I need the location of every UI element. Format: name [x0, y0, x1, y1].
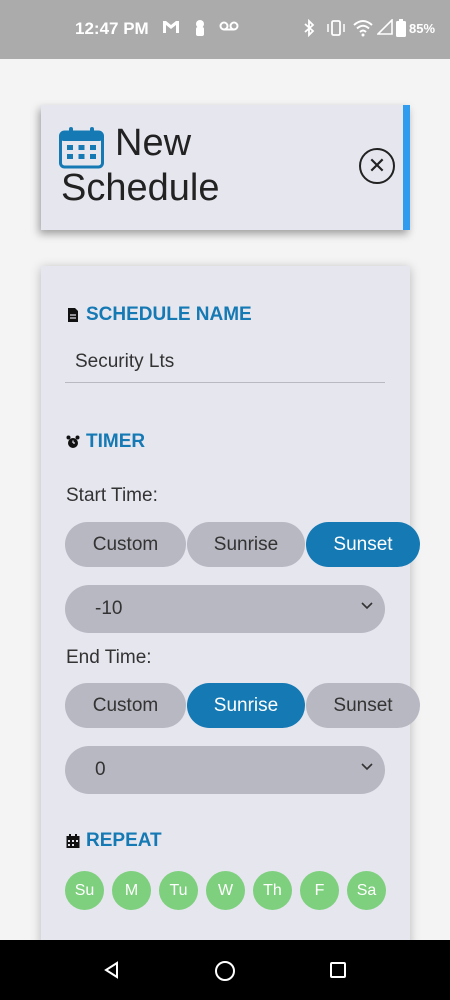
- voicemail-icon: [219, 19, 239, 39]
- close-icon: ✕: [367, 153, 387, 178]
- schedule-name-input[interactable]: [65, 341, 385, 383]
- status-time: 12:47 PM: [75, 19, 149, 38]
- chevron-down-icon: [361, 763, 373, 771]
- repeat-section-header: REPEAT: [66, 830, 162, 852]
- end-time-offset-select[interactable]: 0: [65, 746, 385, 794]
- bluetooth-icon: [303, 18, 315, 43]
- timer-section-header: TIMER: [66, 431, 145, 453]
- home-icon[interactable]: [214, 960, 236, 982]
- start-time-offset-value: -10: [95, 598, 123, 619]
- vibrate-icon: [326, 19, 346, 43]
- lock-icon: [194, 19, 206, 43]
- schedule-name-section-header: SCHEDULE NAME: [66, 304, 252, 326]
- start-time-sunrise-button[interactable]: Sunrise: [187, 522, 305, 567]
- end-time-sunset-button[interactable]: Sunset: [306, 683, 420, 728]
- schedule-name-label: SCHEDULE NAME: [86, 304, 252, 325]
- schedule-form: SCHEDULE NAME TIMER Start Time: Custom S…: [41, 266, 420, 940]
- back-icon[interactable]: [102, 960, 122, 980]
- day-thursday-toggle[interactable]: Th: [253, 871, 292, 910]
- start-time-label: Start Time:: [66, 485, 158, 506]
- app-content: New Schedule ✕ SCHEDULE NAME TIMER Start…: [0, 59, 450, 940]
- day-saturday-toggle[interactable]: Sa: [347, 871, 386, 910]
- header-card: New Schedule ✕: [41, 105, 410, 230]
- status-bar: 12:47 PM 85%: [0, 0, 450, 59]
- start-time-custom-button[interactable]: Custom: [65, 522, 186, 567]
- calendar-small-icon: [66, 834, 80, 848]
- day-wednesday-toggle[interactable]: W: [206, 871, 245, 910]
- end-time-offset-value: 0: [95, 759, 106, 780]
- wifi-icon: [353, 19, 373, 43]
- end-time-sunrise-button[interactable]: Sunrise: [187, 683, 305, 728]
- recents-icon[interactable]: [328, 960, 348, 980]
- day-sunday-toggle[interactable]: Su: [65, 871, 104, 910]
- timer-label: TIMER: [86, 431, 146, 452]
- start-time-selector: Custom Sunrise Sunset: [65, 522, 425, 567]
- chevron-down-icon: [361, 602, 373, 610]
- end-time-custom-button[interactable]: Custom: [65, 683, 186, 728]
- battery-icon: [396, 19, 406, 43]
- document-icon: [68, 308, 78, 322]
- page-title: New Schedule: [61, 122, 220, 209]
- alarm-clock-icon: [66, 435, 80, 448]
- end-time-selector: Custom Sunrise Sunset: [65, 683, 425, 728]
- day-tuesday-toggle[interactable]: Tu: [159, 871, 198, 910]
- end-time-label: End Time:: [66, 647, 152, 668]
- repeat-label: REPEAT: [86, 830, 162, 851]
- day-friday-toggle[interactable]: F: [300, 871, 339, 910]
- navigation-bar: [0, 940, 450, 1000]
- start-time-sunset-button[interactable]: Sunset: [306, 522, 420, 567]
- gmail-icon: [162, 19, 180, 41]
- signal-icon: [376, 18, 393, 41]
- close-button[interactable]: ✕: [359, 148, 395, 184]
- start-time-offset-select[interactable]: -10: [65, 585, 385, 633]
- repeat-days: Su M Tu W Th F Sa: [65, 871, 394, 910]
- battery-level: 85%: [409, 21, 436, 36]
- day-monday-toggle[interactable]: M: [112, 871, 151, 910]
